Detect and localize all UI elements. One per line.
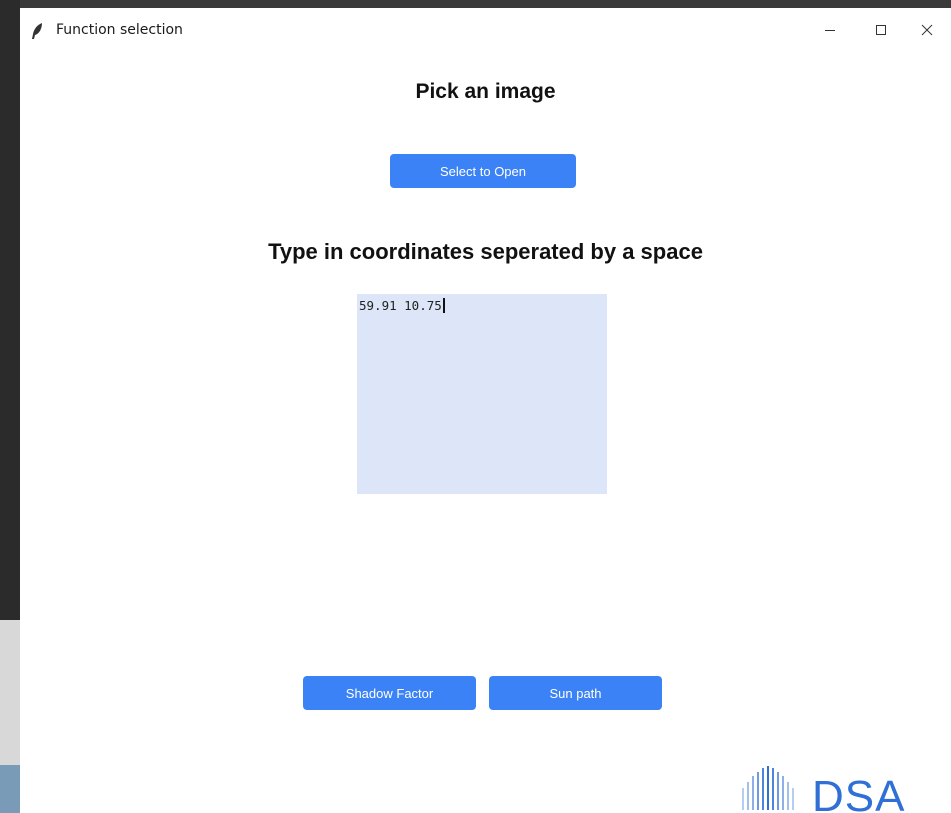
desktop-background-strip (0, 765, 20, 813)
window-title: Function selection (56, 22, 183, 38)
title-bar[interactable]: Function selection (20, 8, 951, 52)
coordinates-value: 59.91 10.75 (359, 298, 442, 313)
close-icon (921, 24, 933, 36)
feather-icon (30, 22, 44, 40)
minimize-icon (825, 30, 835, 31)
select-to-open-button[interactable]: Select to Open (390, 154, 576, 188)
minimize-button[interactable] (807, 8, 853, 52)
logo-text: DSA (812, 772, 906, 813)
text-caret (442, 298, 445, 313)
dsa-logo: DSA (738, 760, 951, 813)
app-window: Function selection Pick an image Select … (20, 8, 951, 813)
coordinates-textarea[interactable]: 59.91 10.75 (357, 294, 607, 494)
shadow-factor-button[interactable]: Shadow Factor (303, 676, 476, 710)
desktop-background (0, 0, 20, 813)
sun-path-button[interactable]: Sun path (489, 676, 662, 710)
maximize-icon (876, 25, 886, 35)
close-button[interactable] (904, 8, 950, 52)
coordinates-heading: Type in coordinates seperated by a space (268, 239, 703, 264)
pick-image-heading: Pick an image (415, 80, 556, 103)
soundwave-logo-icon (742, 766, 794, 810)
maximize-button[interactable] (858, 8, 904, 52)
